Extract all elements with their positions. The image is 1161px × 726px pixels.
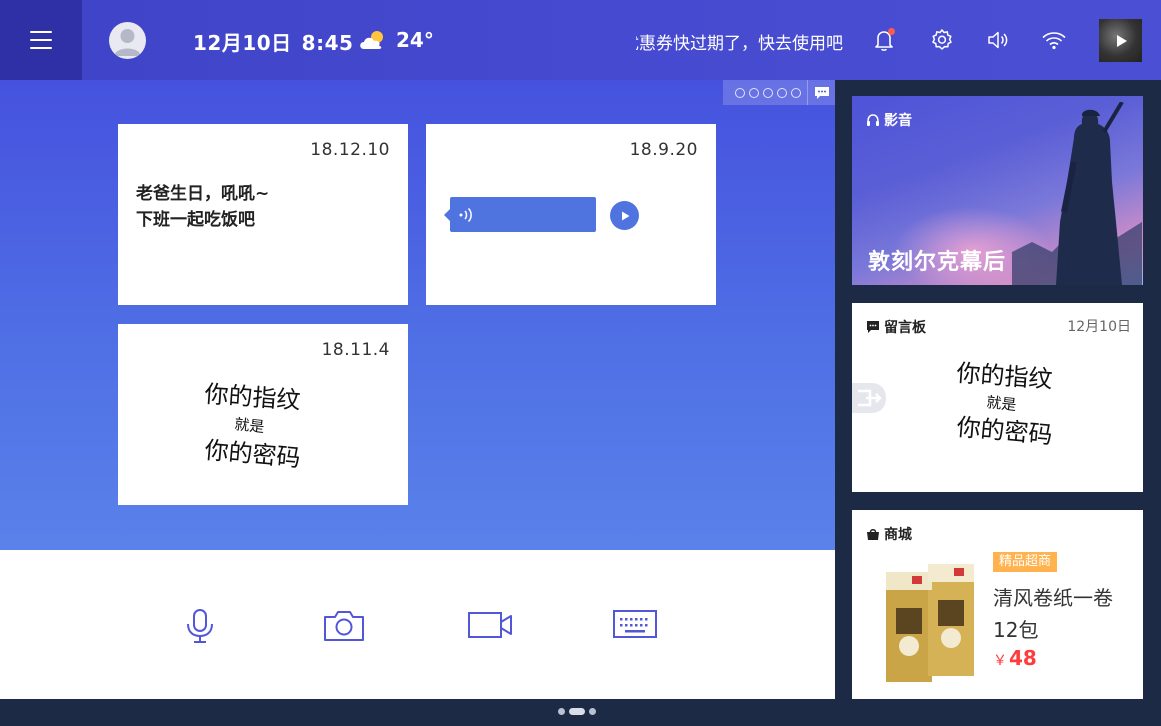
- temperature-text: 24°: [396, 28, 434, 52]
- photo-input-button[interactable]: [323, 608, 365, 648]
- keyboard-input-button[interactable]: [612, 608, 658, 648]
- video-camera-icon: [468, 612, 512, 638]
- video-card[interactable]: 影音 敦刻尔克幕后: [852, 96, 1143, 285]
- product-price: ￥ 48: [993, 646, 1037, 670]
- wifi-button[interactable]: [1040, 26, 1068, 54]
- bottom-bar: [0, 699, 1161, 726]
- note-text-line: 老爸生日，吼吼~: [136, 184, 270, 204]
- time-text: 8:45: [301, 31, 354, 55]
- movie-poster-image: [1012, 102, 1142, 285]
- date-time: 12月10日 8:45: [193, 27, 353, 56]
- notification-button[interactable]: [870, 26, 898, 54]
- shopping-bag-icon: [867, 529, 879, 540]
- message-board: 18.12.10 老爸生日，吼吼~ 下班一起吃饭吧 18.9.20 18.11.…: [0, 80, 835, 550]
- handwriting-line: 就是: [986, 393, 1018, 414]
- note-date: 18.12.10: [310, 140, 390, 160]
- voice-note-card[interactable]: 18.9.20: [426, 124, 716, 305]
- note-text: 老爸生日，吼吼~ 下班一起吃饭吧: [136, 181, 269, 233]
- movie-title: 敦刻尔克幕后: [868, 250, 1007, 275]
- note-date: 18.11.4: [321, 340, 390, 360]
- board-page-dots[interactable]: [735, 87, 807, 98]
- handwriting-line: 你的指纹: [204, 380, 302, 415]
- voice-input-button[interactable]: [184, 608, 216, 648]
- handwriting-note-card[interactable]: 18.11.4 你的指纹 就是 你的密码: [118, 324, 408, 505]
- input-toolbar: [0, 550, 835, 699]
- microphone-icon: [187, 609, 213, 643]
- camera-icon: [324, 611, 364, 641]
- message-board-card[interactable]: 留言板 12月10日 你的指纹 就是 你的密码: [852, 303, 1143, 492]
- chat-bubble-icon: [814, 86, 829, 99]
- settings-button[interactable]: [928, 26, 956, 54]
- keyboard-icon: [613, 610, 657, 638]
- avatar[interactable]: [109, 22, 146, 59]
- note-card[interactable]: 18.12.10 老爸生日，吼吼~ 下班一起吃饭吧: [118, 124, 408, 305]
- product-tag: 精品超商: [993, 552, 1058, 572]
- chat-button[interactable]: [807, 80, 835, 105]
- message-icon: [867, 321, 879, 333]
- message-card-label: 留言板: [884, 320, 926, 336]
- price-value: 48: [1009, 646, 1037, 670]
- wifi-icon: [1042, 32, 1066, 50]
- menu-icon: [30, 31, 52, 49]
- voice-message-bubble[interactable]: [444, 197, 596, 232]
- board-indicator: [723, 80, 835, 105]
- gear-icon: [932, 29, 952, 50]
- weather[interactable]: 24°: [358, 27, 434, 53]
- handwriting-image: 你的指纹 就是 你的密码: [203, 380, 302, 472]
- voice-play-button[interactable]: [610, 201, 639, 230]
- notification-marquee[interactable]: 优惠券快过期了，快去使用吧: [636, 29, 858, 54]
- page-dot: [558, 708, 565, 715]
- page-dot: [589, 708, 596, 715]
- avatar-icon: [114, 29, 141, 56]
- note-date: 18.9.20: [629, 140, 698, 160]
- headphones-icon: [867, 114, 879, 126]
- volume-button[interactable]: [984, 26, 1012, 54]
- date-text: 12月10日: [193, 31, 292, 55]
- video-card-header: 影音: [866, 110, 912, 130]
- product-name: 清风卷纸一卷12包: [993, 586, 1113, 642]
- handwriting-line: 就是: [234, 415, 266, 436]
- price-currency: ￥: [993, 653, 1007, 669]
- message-card-header: 留言板: [866, 317, 926, 337]
- video-card-label: 影音: [884, 113, 912, 129]
- handwriting-line: 你的指纹: [956, 359, 1054, 394]
- video-input-button[interactable]: [467, 608, 513, 648]
- note-text-line: 下班一起吃饭吧: [136, 210, 255, 230]
- home-page-indicator[interactable]: [558, 708, 596, 715]
- product-image: [886, 564, 974, 682]
- play-icon: [1116, 34, 1127, 47]
- top-bar: 12月10日 8:45 24° 优惠券快过期了，快去使用吧: [0, 0, 1161, 80]
- shop-card-label: 商城: [884, 527, 912, 543]
- shop-card-header: 商城: [866, 524, 912, 544]
- handwriting-image: 你的指纹 就是 你的密码: [955, 359, 1054, 449]
- now-playing-button[interactable]: [1099, 19, 1142, 62]
- exit-icon[interactable]: [852, 383, 886, 413]
- menu-button[interactable]: [0, 0, 82, 80]
- volume-icon: [988, 31, 1008, 49]
- notification-dot: [888, 28, 895, 35]
- sound-wave-icon: [459, 207, 472, 223]
- shop-card[interactable]: 商城 精品超商 清风卷纸一卷12包 ￥ 48: [852, 510, 1143, 699]
- weather-partly-sunny-icon: [360, 31, 383, 49]
- play-icon: [621, 211, 629, 220]
- marquee-text: 优惠券快过期了，快去使用吧: [636, 34, 843, 54]
- handwriting-line: 你的密码: [203, 436, 301, 472]
- handwriting-line: 你的密码: [955, 413, 1053, 449]
- page-dot-active: [569, 708, 585, 715]
- message-card-date: 12月10日: [1067, 319, 1131, 335]
